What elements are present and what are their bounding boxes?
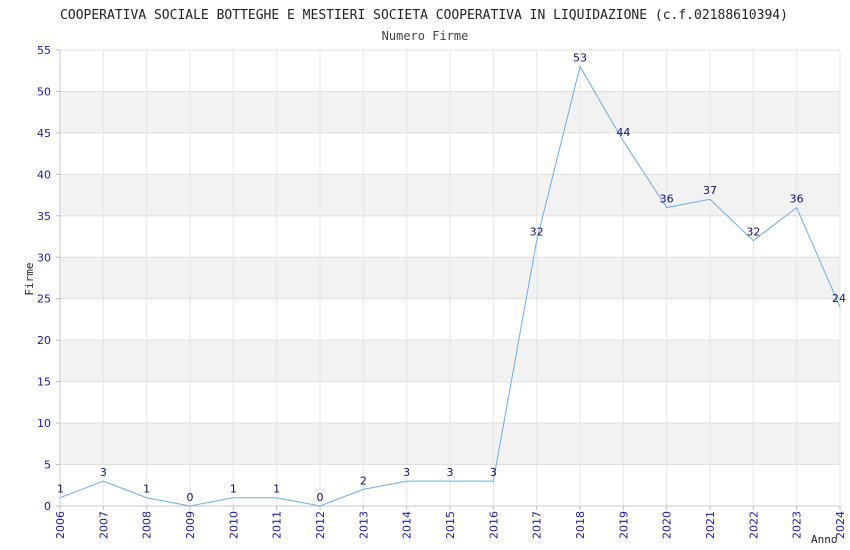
y-tick-label: 55 [37, 44, 51, 57]
data-label: 36 [790, 193, 804, 206]
data-label: 3 [403, 466, 410, 479]
line-chart: COOPERATIVA SOCIALE BOTTEGHE E MESTIERI … [23, 8, 847, 546]
data-label: 1 [273, 483, 280, 496]
data-label: 0 [187, 491, 194, 504]
x-tick-label: 2017 [531, 511, 544, 539]
data-label: 0 [317, 491, 324, 504]
data-label: 44 [616, 126, 630, 139]
x-tick-labels: 2006 2007 2008 2009 2010 2011 2012 2013 2014 2015… [54, 511, 847, 539]
y-tick-label: 30 [37, 251, 51, 264]
y-tick-label: 25 [37, 293, 51, 306]
x-tick-label: 2015 [444, 511, 457, 539]
y-tick-label: 40 [37, 168, 51, 181]
chart-title: COOPERATIVA SOCIALE BOTTEGHE E MESTIERI … [60, 8, 788, 23]
y-tick-labels: 0 5 10 15 20 25 30 35 40 45 50 55 [37, 44, 51, 513]
x-tick-label: 2014 [401, 511, 414, 539]
x-tick-label: 2011 [271, 511, 284, 539]
x-tick-label: 2008 [141, 511, 154, 539]
data-label: 24 [832, 292, 846, 305]
y-tick-label: 45 [37, 127, 51, 140]
x-tick-label: 2020 [661, 511, 674, 539]
data-label: 36 [660, 193, 674, 206]
data-label: 1 [57, 483, 64, 496]
x-tick-label: 2010 [227, 511, 240, 539]
y-tick-label: 15 [37, 376, 51, 389]
data-label: 3 [447, 466, 454, 479]
x-tick-label: 2022 [747, 511, 760, 539]
y-axis-label: Firme [23, 262, 36, 295]
x-tick-label: 2013 [357, 511, 370, 539]
chart-subtitle: Numero Firme [382, 29, 469, 43]
x-tick-label: 2021 [704, 511, 717, 539]
y-tick-label: 0 [44, 500, 51, 513]
x-tick-label: 2007 [97, 511, 110, 539]
data-label: 2 [360, 474, 367, 487]
y-tick-label: 10 [37, 417, 51, 430]
data-label: 1 [230, 483, 237, 496]
x-tick-label: 2009 [184, 511, 197, 539]
x-tick-label: 2016 [487, 511, 500, 539]
data-label: 32 [746, 226, 760, 239]
x-tick-label: 2018 [574, 511, 587, 539]
y-tick-label: 20 [37, 334, 51, 347]
y-tick-label: 50 [37, 85, 51, 98]
data-label: 37 [703, 184, 717, 197]
x-axis-label: Anno [811, 533, 838, 546]
data-label: 3 [490, 466, 497, 479]
y-tick-label: 35 [37, 210, 51, 223]
y-tick-label: 5 [44, 459, 51, 472]
data-label: 53 [573, 52, 587, 65]
x-tick-label: 2012 [314, 511, 327, 539]
data-label: 1 [143, 483, 150, 496]
x-tick-label: 2023 [791, 511, 804, 539]
data-label: 3 [100, 466, 107, 479]
data-label: 32 [530, 226, 544, 239]
x-tick-label: 2006 [54, 511, 67, 539]
x-tick-label: 2019 [617, 511, 630, 539]
